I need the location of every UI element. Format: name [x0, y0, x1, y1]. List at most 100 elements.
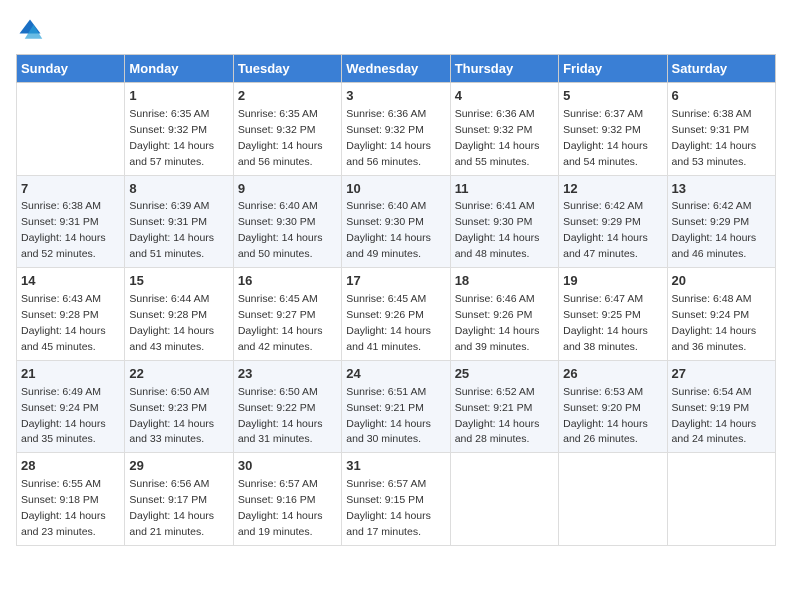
- day-number: 17: [346, 272, 445, 291]
- day-number: 9: [238, 180, 337, 199]
- header-saturday: Saturday: [667, 55, 775, 83]
- cell-info: Sunrise: 6:52 AM Sunset: 9:21 PM Dayligh…: [455, 386, 540, 446]
- cell-info: Sunrise: 6:42 AM Sunset: 9:29 PM Dayligh…: [563, 200, 648, 260]
- day-number: 19: [563, 272, 662, 291]
- cell-info: Sunrise: 6:45 AM Sunset: 9:26 PM Dayligh…: [346, 293, 431, 353]
- cell-info: Sunrise: 6:50 AM Sunset: 9:22 PM Dayligh…: [238, 386, 323, 446]
- header-monday: Monday: [125, 55, 233, 83]
- day-number: 13: [672, 180, 771, 199]
- calendar-cell: 29 Sunrise: 6:56 AM Sunset: 9:17 PM Dayli…: [125, 453, 233, 546]
- cell-info: Sunrise: 6:49 AM Sunset: 9:24 PM Dayligh…: [21, 386, 106, 446]
- calendar-cell: 23 Sunrise: 6:50 AM Sunset: 9:22 PM Dayli…: [233, 360, 341, 453]
- cell-info: Sunrise: 6:35 AM Sunset: 9:32 PM Dayligh…: [129, 108, 214, 168]
- day-number: 14: [21, 272, 120, 291]
- calendar-table: SundayMondayTuesdayWednesdayThursdayFrid…: [16, 54, 776, 546]
- cell-info: Sunrise: 6:39 AM Sunset: 9:31 PM Dayligh…: [129, 200, 214, 260]
- cell-info: Sunrise: 6:38 AM Sunset: 9:31 PM Dayligh…: [21, 200, 106, 260]
- cell-info: Sunrise: 6:57 AM Sunset: 9:16 PM Dayligh…: [238, 478, 323, 538]
- day-number: 15: [129, 272, 228, 291]
- cell-info: Sunrise: 6:36 AM Sunset: 9:32 PM Dayligh…: [455, 108, 540, 168]
- day-number: 29: [129, 457, 228, 476]
- day-number: 26: [563, 365, 662, 384]
- cell-info: Sunrise: 6:37 AM Sunset: 9:32 PM Dayligh…: [563, 108, 648, 168]
- header-wednesday: Wednesday: [342, 55, 450, 83]
- header-sunday: Sunday: [17, 55, 125, 83]
- calendar-cell: 24 Sunrise: 6:51 AM Sunset: 9:21 PM Dayli…: [342, 360, 450, 453]
- cell-info: Sunrise: 6:48 AM Sunset: 9:24 PM Dayligh…: [672, 293, 757, 353]
- calendar-cell: 22 Sunrise: 6:50 AM Sunset: 9:23 PM Dayli…: [125, 360, 233, 453]
- logo: [16, 16, 48, 44]
- calendar-cell: 16 Sunrise: 6:45 AM Sunset: 9:27 PM Dayli…: [233, 268, 341, 361]
- cell-info: Sunrise: 6:50 AM Sunset: 9:23 PM Dayligh…: [129, 386, 214, 446]
- cell-info: Sunrise: 6:43 AM Sunset: 9:28 PM Dayligh…: [21, 293, 106, 353]
- day-number: 18: [455, 272, 554, 291]
- day-number: 10: [346, 180, 445, 199]
- calendar-cell: 5 Sunrise: 6:37 AM Sunset: 9:32 PM Daylig…: [559, 83, 667, 176]
- calendar-cell: 9Sunrise: 6:40 AM Sunset: 9:30 PM Daylig…: [233, 175, 341, 268]
- day-number: 28: [21, 457, 120, 476]
- calendar-cell: 3 Sunrise: 6:36 AM Sunset: 9:32 PM Daylig…: [342, 83, 450, 176]
- day-number: 16: [238, 272, 337, 291]
- week-row-1: 1 Sunrise: 6:35 AM Sunset: 9:32 PM Daylig…: [17, 83, 776, 176]
- week-row-2: 7Sunrise: 6:38 AM Sunset: 9:31 PM Daylig…: [17, 175, 776, 268]
- calendar-cell: [559, 453, 667, 546]
- day-number: 30: [238, 457, 337, 476]
- cell-info: Sunrise: 6:46 AM Sunset: 9:26 PM Dayligh…: [455, 293, 540, 353]
- calendar-cell: 31 Sunrise: 6:57 AM Sunset: 9:15 PM Dayli…: [342, 453, 450, 546]
- calendar-cell: 7Sunrise: 6:38 AM Sunset: 9:31 PM Daylig…: [17, 175, 125, 268]
- calendar-cell: 14 Sunrise: 6:43 AM Sunset: 9:28 PM Dayli…: [17, 268, 125, 361]
- day-number: 12: [563, 180, 662, 199]
- calendar-cell: 8Sunrise: 6:39 AM Sunset: 9:31 PM Daylig…: [125, 175, 233, 268]
- day-number: 27: [672, 365, 771, 384]
- day-number: 3: [346, 87, 445, 106]
- calendar-cell: 13Sunrise: 6:42 AM Sunset: 9:29 PM Dayli…: [667, 175, 775, 268]
- day-number: 7: [21, 180, 120, 199]
- week-row-3: 14 Sunrise: 6:43 AM Sunset: 9:28 PM Dayli…: [17, 268, 776, 361]
- cell-info: Sunrise: 6:56 AM Sunset: 9:17 PM Dayligh…: [129, 478, 214, 538]
- calendar-header-row: SundayMondayTuesdayWednesdayThursdayFrid…: [17, 55, 776, 83]
- day-number: 31: [346, 457, 445, 476]
- calendar-cell: 11Sunrise: 6:41 AM Sunset: 9:30 PM Dayli…: [450, 175, 558, 268]
- day-number: 25: [455, 365, 554, 384]
- day-number: 23: [238, 365, 337, 384]
- week-row-4: 21 Sunrise: 6:49 AM Sunset: 9:24 PM Dayli…: [17, 360, 776, 453]
- cell-info: Sunrise: 6:36 AM Sunset: 9:32 PM Dayligh…: [346, 108, 431, 168]
- calendar-cell: 28 Sunrise: 6:55 AM Sunset: 9:18 PM Dayli…: [17, 453, 125, 546]
- cell-info: Sunrise: 6:45 AM Sunset: 9:27 PM Dayligh…: [238, 293, 323, 353]
- calendar-cell: 26Sunrise: 6:53 AM Sunset: 9:20 PM Dayli…: [559, 360, 667, 453]
- calendar-cell: 6 Sunrise: 6:38 AM Sunset: 9:31 PM Daylig…: [667, 83, 775, 176]
- cell-info: Sunrise: 6:54 AM Sunset: 9:19 PM Dayligh…: [672, 386, 757, 446]
- week-row-5: 28 Sunrise: 6:55 AM Sunset: 9:18 PM Dayli…: [17, 453, 776, 546]
- calendar-cell: 19 Sunrise: 6:47 AM Sunset: 9:25 PM Dayli…: [559, 268, 667, 361]
- day-number: 5: [563, 87, 662, 106]
- calendar-cell: 4Sunrise: 6:36 AM Sunset: 9:32 PM Daylig…: [450, 83, 558, 176]
- day-number: 21: [21, 365, 120, 384]
- cell-info: Sunrise: 6:57 AM Sunset: 9:15 PM Dayligh…: [346, 478, 431, 538]
- calendar-cell: 20Sunrise: 6:48 AM Sunset: 9:24 PM Dayli…: [667, 268, 775, 361]
- header-thursday: Thursday: [450, 55, 558, 83]
- calendar-cell: 17 Sunrise: 6:45 AM Sunset: 9:26 PM Dayli…: [342, 268, 450, 361]
- calendar-cell: 15 Sunrise: 6:44 AM Sunset: 9:28 PM Dayli…: [125, 268, 233, 361]
- header-friday: Friday: [559, 55, 667, 83]
- calendar-cell: 2Sunrise: 6:35 AM Sunset: 9:32 PM Daylig…: [233, 83, 341, 176]
- calendar-cell: 30 Sunrise: 6:57 AM Sunset: 9:16 PM Dayli…: [233, 453, 341, 546]
- header-tuesday: Tuesday: [233, 55, 341, 83]
- cell-info: Sunrise: 6:41 AM Sunset: 9:30 PM Dayligh…: [455, 200, 540, 260]
- calendar-cell: 10Sunrise: 6:40 AM Sunset: 9:30 PM Dayli…: [342, 175, 450, 268]
- day-number: 11: [455, 180, 554, 199]
- cell-info: Sunrise: 6:40 AM Sunset: 9:30 PM Dayligh…: [346, 200, 431, 260]
- day-number: 22: [129, 365, 228, 384]
- day-number: 24: [346, 365, 445, 384]
- cell-info: Sunrise: 6:51 AM Sunset: 9:21 PM Dayligh…: [346, 386, 431, 446]
- cell-info: Sunrise: 6:38 AM Sunset: 9:31 PM Dayligh…: [672, 108, 757, 168]
- calendar-cell: 1 Sunrise: 6:35 AM Sunset: 9:32 PM Daylig…: [125, 83, 233, 176]
- cell-info: Sunrise: 6:47 AM Sunset: 9:25 PM Dayligh…: [563, 293, 648, 353]
- calendar-cell: [450, 453, 558, 546]
- day-number: 1: [129, 87, 228, 106]
- cell-info: Sunrise: 6:55 AM Sunset: 9:18 PM Dayligh…: [21, 478, 106, 538]
- calendar-cell: 21 Sunrise: 6:49 AM Sunset: 9:24 PM Dayli…: [17, 360, 125, 453]
- calendar-cell: 12Sunrise: 6:42 AM Sunset: 9:29 PM Dayli…: [559, 175, 667, 268]
- cell-info: Sunrise: 6:44 AM Sunset: 9:28 PM Dayligh…: [129, 293, 214, 353]
- day-number: 6: [672, 87, 771, 106]
- day-number: 8: [129, 180, 228, 199]
